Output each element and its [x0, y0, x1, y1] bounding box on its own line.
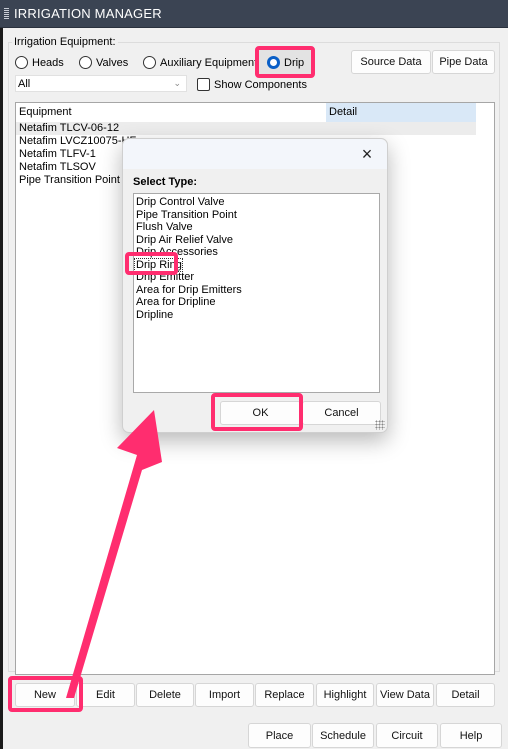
pipe-data-button[interactable]: Pipe Data — [432, 50, 495, 74]
dialog-title-bar — [123, 139, 387, 169]
type-list-item[interactable]: Area for Dripline — [135, 296, 378, 309]
delete-button[interactable]: Delete — [136, 683, 194, 707]
radio-label: Heads — [32, 56, 64, 69]
show-components-checkbox[interactable]: Show Components — [197, 78, 307, 91]
column-header-detail[interactable]: Detail — [326, 103, 476, 122]
drag-grip-icon[interactable] — [4, 7, 9, 20]
type-list-item[interactable]: Drip Control Valve — [135, 196, 378, 209]
cancel-button[interactable]: Cancel — [302, 401, 381, 425]
replace-button[interactable]: Replace — [255, 683, 314, 707]
checkbox-icon — [197, 78, 210, 91]
type-list-item[interactable]: Area for Drip Emitters — [135, 284, 378, 297]
chevron-down-icon: ⌄ — [173, 78, 181, 88]
select-type-label: Select Type: — [133, 176, 197, 188]
highlight-button[interactable]: Highlight — [316, 683, 374, 707]
ok-highlight-annotation — [211, 393, 303, 431]
column-header-equipment[interactable]: Equipment — [16, 103, 326, 122]
type-list-item[interactable]: Flush Valve — [135, 221, 378, 234]
type-list[interactable]: Drip Control Valve Pipe Transition Point… — [133, 193, 380, 393]
window-edge — [0, 28, 3, 749]
source-data-button[interactable]: Source Data — [351, 50, 431, 74]
resize-grip-icon[interactable] — [375, 420, 385, 430]
radio-drip[interactable]: Drip — [267, 56, 304, 69]
filter-select[interactable]: All ⌄ — [15, 75, 187, 92]
radio-circle-icon — [79, 56, 92, 69]
radio-selected-icon — [267, 56, 280, 69]
type-list-item[interactable]: Drip Air Relief Valve — [135, 234, 378, 247]
type-list-item[interactable]: Pipe Transition Point — [135, 209, 378, 222]
radio-valves[interactable]: Valves — [79, 56, 128, 69]
radio-label: Auxiliary Equipment — [160, 56, 258, 69]
edit-button[interactable]: Edit — [76, 683, 135, 707]
title-bar: IRRIGATION MANAGER — [0, 0, 508, 28]
filter-select-value: All — [18, 77, 31, 90]
select-type-dialog: × Select Type: Drip Control Valve Pipe T… — [122, 138, 388, 433]
detail-button[interactable]: Detail — [436, 683, 495, 707]
checkbox-label: Show Components — [214, 78, 307, 91]
view-data-button[interactable]: View Data — [376, 683, 434, 707]
equipment-group-label: Irrigation Equipment: — [12, 36, 118, 48]
window-title: IRRIGATION MANAGER — [14, 6, 162, 21]
drip-ring-highlight-annotation — [125, 252, 178, 275]
radio-circle-icon — [15, 56, 28, 69]
radio-auxiliary-equipment[interactable]: Auxiliary Equipment — [143, 56, 257, 69]
radio-label: Drip — [284, 56, 305, 69]
circuit-button[interactable]: Circuit — [376, 723, 438, 748]
help-button[interactable]: Help — [440, 723, 502, 748]
radio-label: Valves — [96, 56, 129, 69]
schedule-button[interactable]: Schedule — [312, 723, 374, 748]
radio-circle-icon — [143, 56, 156, 69]
place-button[interactable]: Place — [248, 723, 311, 748]
new-highlight-annotation — [8, 676, 83, 712]
list-header: Equipment Detail — [16, 103, 476, 122]
close-icon[interactable]: × — [357, 144, 377, 165]
list-item[interactable]: Netafim TLCV-06-12 — [16, 122, 476, 135]
import-button[interactable]: Import — [195, 683, 254, 707]
type-list-item[interactable]: Dripline — [135, 309, 378, 322]
radio-heads[interactable]: Heads — [15, 56, 64, 69]
